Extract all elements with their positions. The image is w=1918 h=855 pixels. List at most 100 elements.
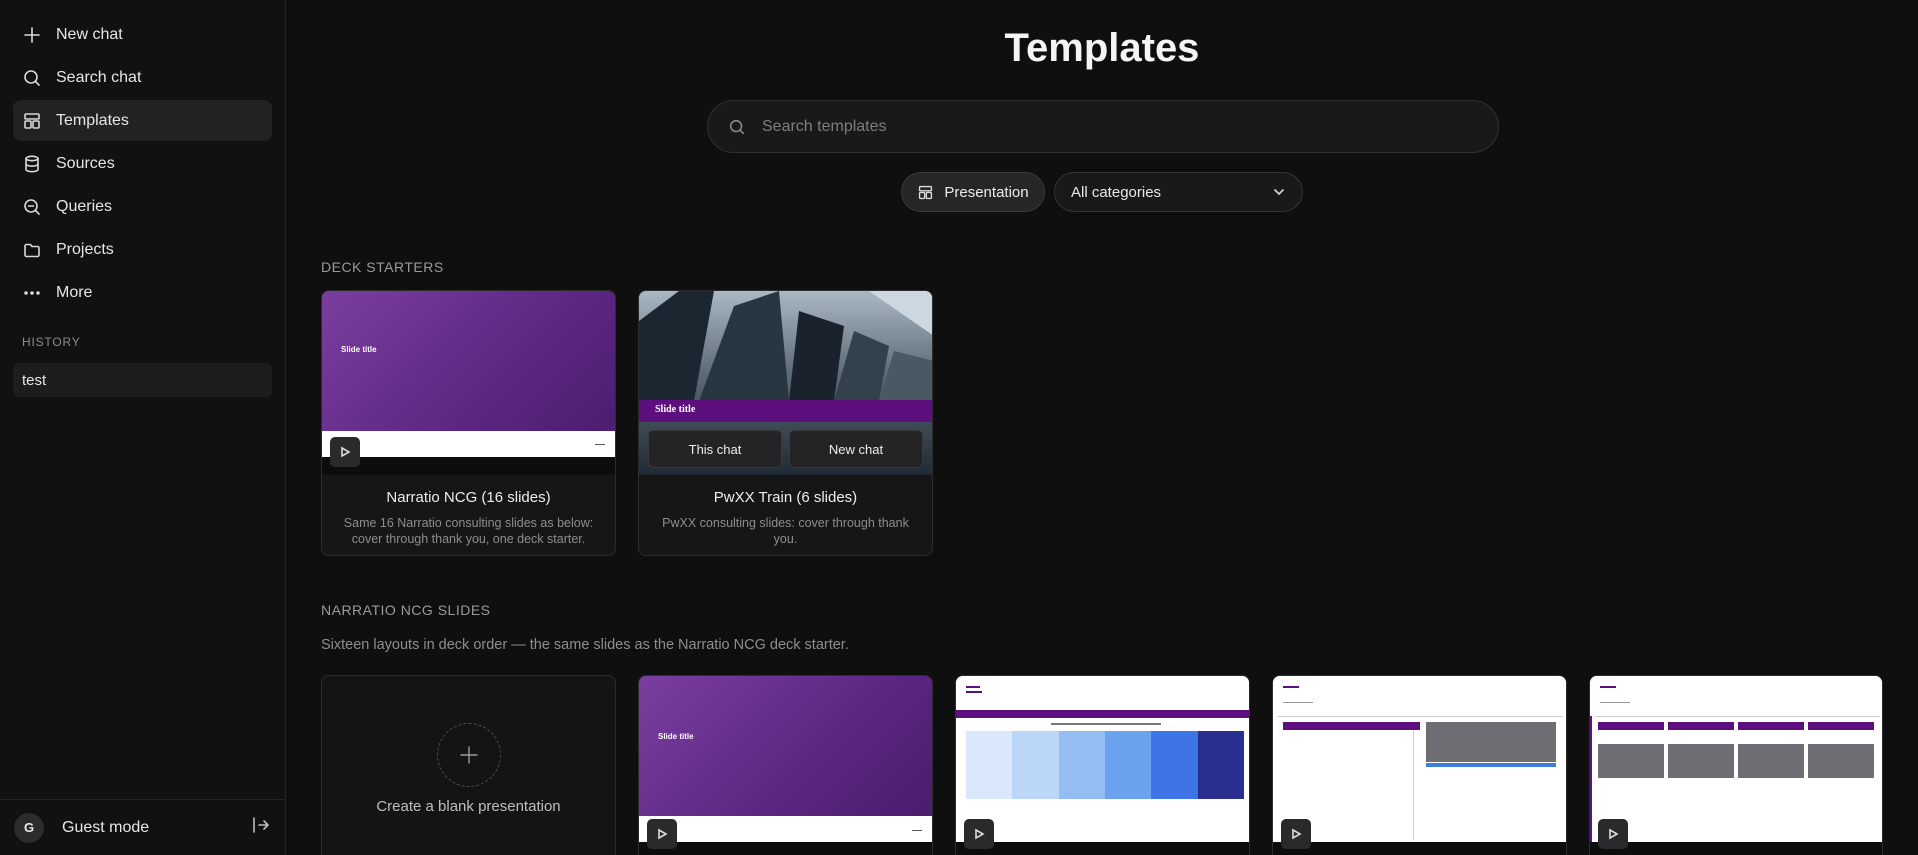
slide-divider <box>1278 716 1563 717</box>
database-icon <box>25 154 39 172</box>
thumbnail-footer <box>639 816 932 842</box>
search-bar[interactable] <box>707 100 1499 153</box>
use-in-new-chat-button[interactable]: New chat <box>789 430 923 468</box>
history-item-label: test <box>22 371 47 389</box>
thumbnail-footer <box>322 431 615 457</box>
more-icon <box>24 290 40 295</box>
history-label: HISTORY <box>22 335 81 349</box>
slide-accent-stripe <box>1426 763 1556 767</box>
filter-label: Presentation <box>944 183 1029 201</box>
thumbnail-title-bar: Slide title <box>639 400 932 422</box>
sidebar-item-search-chat[interactable]: Search chat <box>13 57 272 98</box>
slide-template-card[interactable]: Slide title <box>638 675 933 855</box>
deck-starter-card-narratio[interactable]: Slide title Narratio NCG (16 slides) Sam… <box>321 290 616 556</box>
card-description: Same 16 Narratio consulting slides as be… <box>343 516 594 546</box>
sidebar-item-queries[interactable]: Queries <box>13 186 272 227</box>
slide-columns <box>966 731 1244 799</box>
slide-subtitle-mark <box>1600 702 1630 703</box>
search-input[interactable] <box>762 117 1462 136</box>
slide-image-placeholder <box>1668 744 1734 778</box>
use-in-this-chat-button[interactable]: This chat <box>648 430 782 468</box>
slide-heading-mark <box>966 686 980 688</box>
slide-template-card[interactable] <box>955 675 1250 855</box>
slide-column-header <box>1598 722 1664 730</box>
thumbnail-divider <box>595 444 605 445</box>
skyscraper-graphic <box>639 291 932 401</box>
sidebar-item-label: Sources <box>56 154 115 172</box>
sidebar-item-label: Queries <box>56 197 113 215</box>
create-blank-presentation-card[interactable]: Create a blank presentation <box>321 675 616 855</box>
thumbnail-slide-title: Slide title <box>655 404 696 415</box>
thumbnail-background <box>639 676 932 838</box>
slide-accent-edge <box>1590 716 1592 842</box>
play-icon <box>975 828 985 840</box>
presentation-filter-button[interactable]: Presentation <box>901 172 1045 212</box>
user-label: Guest mode <box>62 818 150 836</box>
slide-image-placeholder <box>1426 722 1556 762</box>
thumbnail-divider <box>912 830 922 831</box>
deck-starter-card-pwxx[interactable]: Slide title This chat New chat PwXX Trai… <box>638 290 933 556</box>
sidebar-item-templates[interactable]: Templates <box>13 100 272 141</box>
slide-timeline <box>1051 723 1161 725</box>
thumbnail-bottom-bar <box>639 842 932 855</box>
slide-image-placeholder <box>1808 744 1874 778</box>
logout-button[interactable] <box>251 815 271 840</box>
sidebar-item-new-chat[interactable]: New chat <box>13 14 272 55</box>
slide-subtitle-mark <box>1283 702 1313 703</box>
thumbnail-slide-title: Slide title <box>341 345 377 354</box>
play-icon <box>658 828 668 840</box>
sidebar-item-label: Projects <box>56 240 114 258</box>
sidebar-item-label: Templates <box>56 111 129 129</box>
search-icon <box>24 69 40 86</box>
card-info: Narratio NCG (16 slides) Same 16 Narrati… <box>322 475 615 555</box>
templates-icon <box>919 185 933 199</box>
preview-play-button[interactable] <box>1281 819 1311 849</box>
slide-image-placeholder <box>1598 744 1664 778</box>
plus-icon <box>460 746 478 764</box>
preview-play-button[interactable] <box>647 819 677 849</box>
slide-image-placeholder <box>1738 744 1804 778</box>
category-select[interactable]: All categories <box>1054 172 1303 212</box>
slide-column-divider <box>1413 730 1414 840</box>
sidebar-item-projects[interactable]: Projects <box>13 229 272 270</box>
card-thumbnail: Slide title <box>322 291 615 475</box>
card-thumbnail: Slide title This chat New chat <box>639 291 932 475</box>
sidebar-item-label: New chat <box>56 25 123 43</box>
sidebar-item-label: Search chat <box>56 68 142 86</box>
card-title: Narratio NCG (16 slides) <box>386 489 551 506</box>
main-content: Templates Presentation All categories DE… <box>286 0 1918 855</box>
sidebar-footer: G Guest mode <box>0 799 285 855</box>
plus-icon <box>24 26 40 43</box>
play-icon <box>1292 828 1302 840</box>
avatar[interactable]: G <box>14 812 44 843</box>
card-action-buttons: This chat New chat <box>648 430 923 468</box>
preview-play-button[interactable] <box>964 819 994 849</box>
history-item[interactable]: test <box>13 363 272 397</box>
sidebar-item-more[interactable]: More <box>13 272 272 313</box>
preview-play-button[interactable] <box>330 437 360 467</box>
slide-heading-mark <box>1283 686 1299 688</box>
sidebar-item-sources[interactable]: Sources <box>13 143 272 184</box>
slide-column-header <box>1668 722 1734 730</box>
thumbnail-bottom-bar <box>956 842 1249 855</box>
search-icon <box>729 119 745 134</box>
narratio-slides-label: NARRATIO NCG SLIDES <box>321 602 491 618</box>
templates-icon <box>24 112 40 129</box>
slide-template-card[interactable] <box>1272 675 1567 855</box>
sidebar-item-label: More <box>56 283 93 301</box>
thumbnail-bottom-bar <box>1273 842 1566 855</box>
deck-starters-label: DECK STARTERS <box>321 259 444 275</box>
card-description: PwXX consulting slides: cover through th… <box>662 516 909 546</box>
folder-icon <box>24 243 40 257</box>
preview-play-button[interactable] <box>1598 819 1628 849</box>
blank-presentation-label: Create a blank presentation <box>376 798 561 815</box>
slide-divider <box>1595 716 1880 717</box>
slide-title-band <box>956 710 1249 718</box>
category-select-value: All categories <box>1071 183 1162 201</box>
slide-template-card[interactable] <box>1589 675 1883 855</box>
card-title: PwXX Train (6 slides) <box>713 489 858 506</box>
narratio-slides-description: Sixteen layouts in deck order — the same… <box>321 637 849 653</box>
thumbnail-bottom-bar <box>322 457 615 475</box>
slide-column-header <box>1738 722 1804 730</box>
slide-heading-mark <box>966 691 982 693</box>
